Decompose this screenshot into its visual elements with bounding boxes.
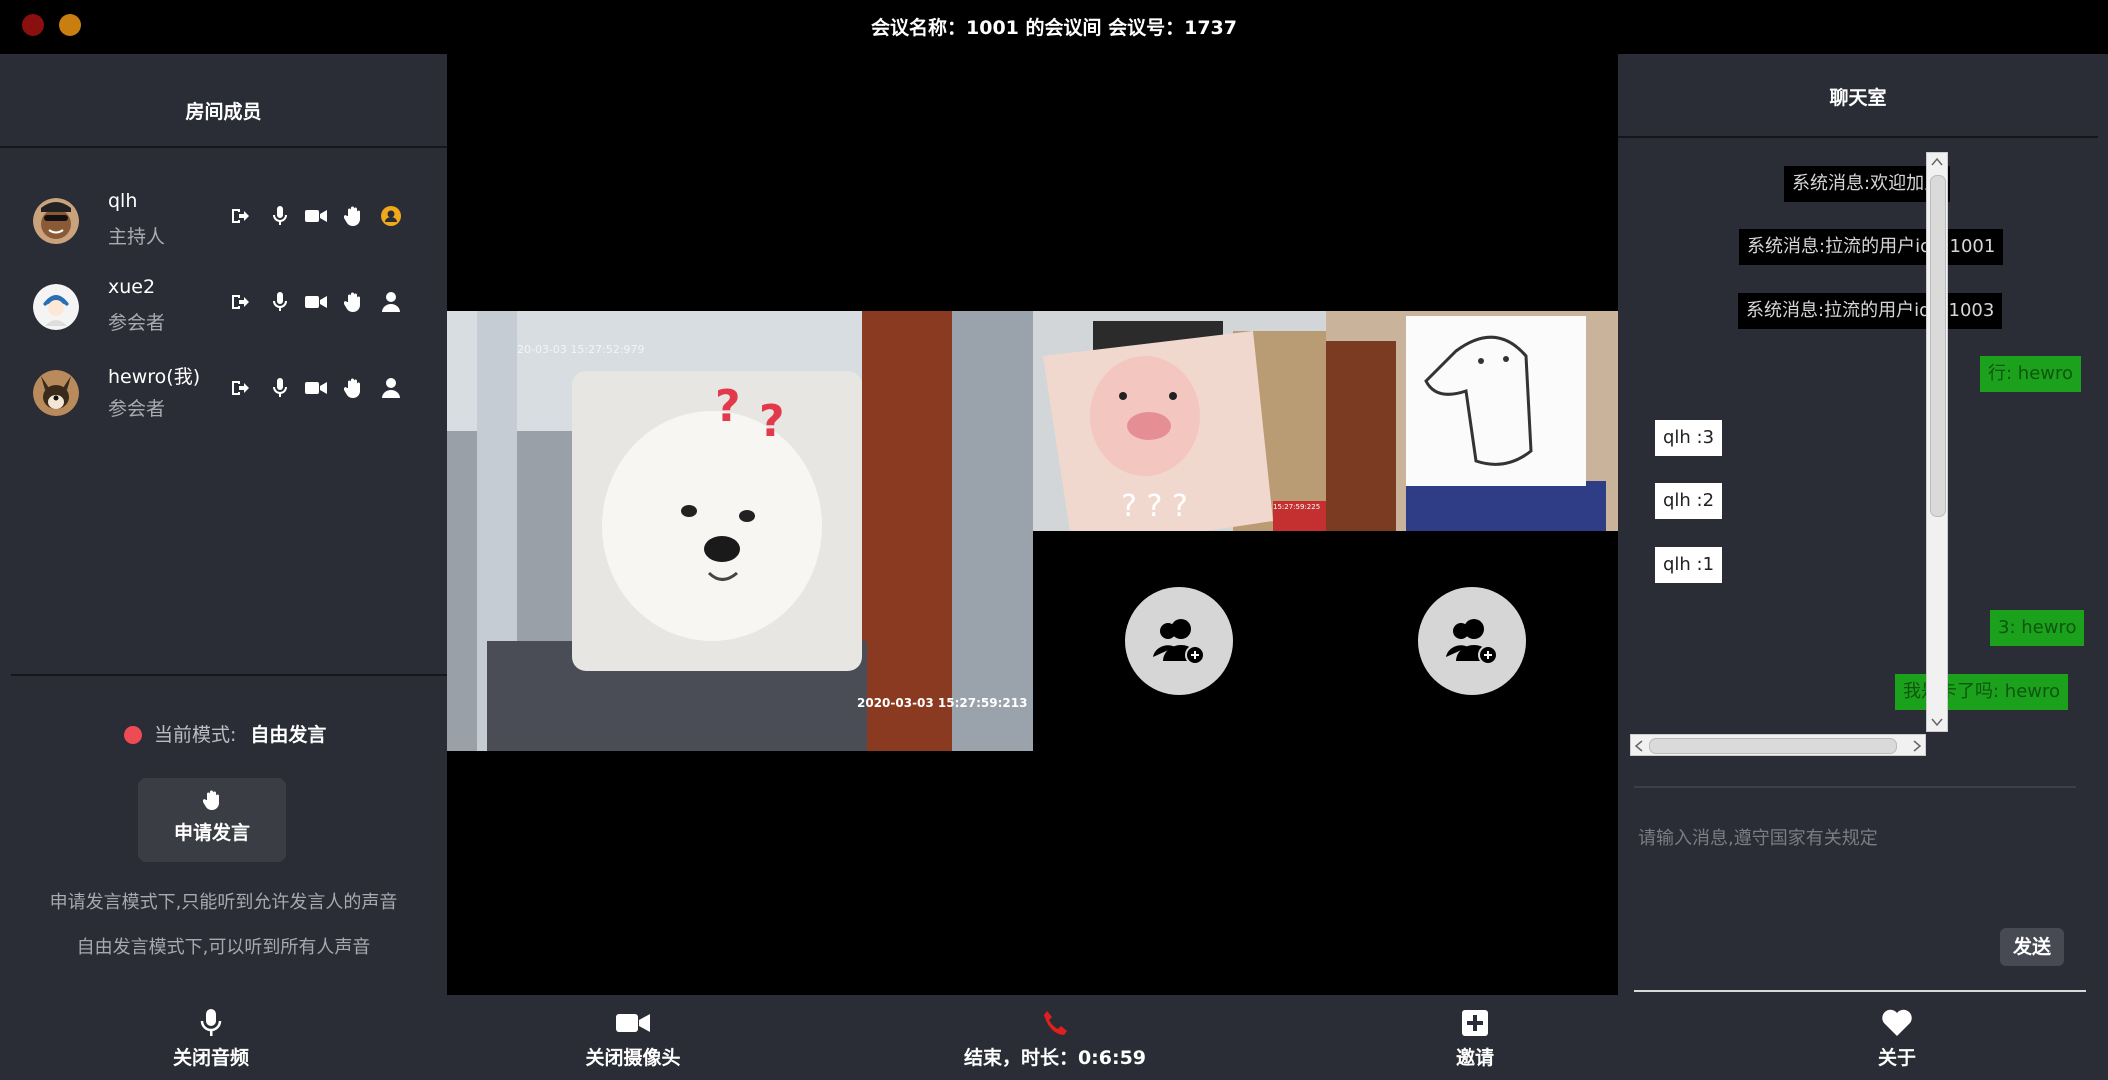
members-panel: 房间成员 qlh 主持人 xue2 参会者 hewro(我) 参会者 当前模式:… bbox=[0, 54, 447, 995]
avatar bbox=[33, 370, 79, 416]
mute-audio-label: 关闭音频 bbox=[172, 1047, 249, 1069]
members-panel-title: 房间成员 bbox=[0, 54, 447, 148]
member-row: xue2 参会者 bbox=[0, 274, 447, 344]
video-tile[interactable] bbox=[1326, 311, 1618, 531]
video-tile[interactable]: ? ? 20-03-03 15:27:52:979 2020-03-03 15:… bbox=[447, 311, 1033, 751]
end-call-button[interactable]: 结束，时长：0:6:59 bbox=[905, 995, 1205, 1080]
apply-to-speak-label: 申请发言 bbox=[173, 822, 250, 844]
member-name: xue2 bbox=[108, 276, 156, 298]
chat-divider bbox=[1634, 786, 2076, 788]
chat-message: 系统消息:拉流的用户id：1001 bbox=[1739, 229, 2004, 265]
chat-message: 我是卡了吗: hewro bbox=[1895, 674, 2069, 710]
video-grid: ? ? 20-03-03 15:27:52:979 2020-03-03 15:… bbox=[447, 54, 1618, 995]
scrollbar-thumb[interactable] bbox=[1930, 175, 1946, 517]
microphone-icon[interactable] bbox=[272, 206, 288, 226]
avatar bbox=[33, 198, 79, 244]
video-frame bbox=[1326, 311, 1618, 531]
kick-out-icon[interactable] bbox=[230, 378, 250, 398]
add-participant-button[interactable] bbox=[1418, 587, 1526, 695]
plus-square-icon bbox=[1462, 1010, 1488, 1036]
video-frame: ? ? bbox=[447, 311, 1033, 751]
phone-hangup-icon bbox=[1044, 1011, 1067, 1035]
member-role: 参会者 bbox=[108, 312, 166, 334]
close-camera-label: 关闭摄像头 bbox=[585, 1047, 681, 1069]
microphone-icon[interactable] bbox=[272, 378, 288, 398]
member-row: hewro(我) 参会者 bbox=[0, 360, 447, 430]
chevron-left-icon[interactable] bbox=[1634, 740, 1644, 752]
chevron-down-icon[interactable] bbox=[1931, 717, 1943, 727]
member-role: 主持人 bbox=[108, 226, 166, 248]
camera-icon[interactable] bbox=[305, 292, 327, 312]
chat-vertical-scrollbar[interactable] bbox=[1926, 152, 1948, 732]
add-user-icon bbox=[1153, 619, 1205, 665]
svg-text:?: ? bbox=[759, 396, 785, 447]
about-button[interactable]: 关于 bbox=[1747, 995, 2047, 1080]
call-duration: 结束，时长：0:6:59 bbox=[963, 1047, 1147, 1069]
heart-icon bbox=[1882, 1009, 1912, 1036]
apply-to-speak-button[interactable]: 申请发言 bbox=[138, 778, 286, 862]
microphone-icon bbox=[200, 1009, 222, 1036]
chevron-right-icon[interactable] bbox=[1912, 740, 1922, 752]
chat-horizontal-scrollbar[interactable] bbox=[1630, 734, 1926, 756]
kick-out-icon[interactable] bbox=[230, 206, 250, 226]
user-icon bbox=[382, 378, 400, 398]
member-role: 参会者 bbox=[108, 398, 166, 420]
member-row: qlh 主持人 bbox=[0, 188, 447, 258]
chat-message: qlh :1 bbox=[1655, 547, 1723, 583]
scrollbar-thumb[interactable] bbox=[1649, 738, 1897, 754]
chat-input[interactable] bbox=[1636, 822, 2070, 854]
chat-title: 聊天室 bbox=[1618, 54, 2098, 138]
video-timestamp: 15:27:59:225 bbox=[1273, 503, 1321, 511]
host-badge-icon bbox=[381, 206, 401, 226]
raise-hand-icon[interactable] bbox=[344, 378, 362, 398]
chat-messages[interactable]: 系统消息:欢迎加入 系统消息:拉流的用户id：1001 系统消息:拉流的用户id… bbox=[1630, 152, 2085, 732]
camera-icon[interactable] bbox=[305, 378, 327, 398]
chat-message: 行: hewro bbox=[1980, 356, 2082, 392]
panel-divider bbox=[11, 674, 447, 676]
camera-icon[interactable] bbox=[305, 206, 327, 226]
member-name: hewro(我) bbox=[108, 366, 201, 388]
send-button[interactable]: 发送 bbox=[2000, 928, 2064, 966]
avatar bbox=[33, 284, 79, 330]
mute-audio-button[interactable]: 关闭音频 bbox=[61, 995, 361, 1080]
kick-out-icon[interactable] bbox=[230, 292, 250, 312]
chat-message: qlh :3 bbox=[1655, 420, 1723, 456]
member-name: qlh bbox=[108, 190, 138, 212]
video-timestamp: 2020-03-03 15:27:59:213 bbox=[857, 696, 1028, 710]
svg-text:? ? ?: ? ? ? bbox=[1121, 489, 1188, 524]
user-icon bbox=[382, 292, 400, 312]
speaking-mode: 当前模式: 自由发言 bbox=[124, 720, 326, 747]
mode-label: 当前模式: bbox=[154, 724, 237, 746]
window-title: 会议名称：1001 的会议间 会议号：1737 bbox=[871, 17, 1237, 39]
add-participant-button[interactable] bbox=[1125, 587, 1233, 695]
bottom-toolbar: 关闭音频 关闭摄像头 结束，时长：0:6:59 邀请 关于 bbox=[0, 995, 2108, 1080]
raise-hand-icon[interactable] bbox=[344, 206, 362, 226]
video-timestamp: 20-03-03 15:27:52:979 bbox=[517, 343, 645, 356]
video-frame: ? ? ? bbox=[1033, 311, 1326, 531]
add-user-icon bbox=[1446, 619, 1498, 665]
mode-indicator-dot bbox=[124, 726, 142, 744]
hint-text: 申请发言模式下,只能听到允许发言人的声音 bbox=[49, 892, 398, 913]
invite-label: 邀请 bbox=[1455, 1047, 1494, 1069]
mode-value: 自由发言 bbox=[250, 724, 327, 746]
raise-hand-icon bbox=[202, 790, 219, 811]
about-label: 关于 bbox=[1877, 1047, 1916, 1069]
camera-icon bbox=[616, 1014, 650, 1032]
svg-text:?: ? bbox=[715, 381, 741, 432]
microphone-icon[interactable] bbox=[272, 292, 288, 312]
chat-input-underline bbox=[1634, 990, 2086, 992]
chevron-up-icon[interactable] bbox=[1931, 157, 1943, 167]
chat-message: 系统消息:拉流的用户id：1003 bbox=[1738, 293, 2003, 329]
hint-text: 自由发言模式下,可以听到所有人声音 bbox=[76, 937, 371, 958]
title-bar: 会议名称：1001 的会议间 会议号：1737 bbox=[0, 0, 2108, 54]
video-tile[interactable]: ? ? ? 15:27:59:225 bbox=[1033, 311, 1326, 531]
raise-hand-icon[interactable] bbox=[344, 292, 362, 312]
chat-message: qlh :2 bbox=[1655, 483, 1723, 519]
chat-message: 3: hewro bbox=[1990, 610, 2085, 646]
invite-button[interactable]: 邀请 bbox=[1325, 995, 1625, 1080]
close-camera-button[interactable]: 关闭摄像头 bbox=[483, 995, 783, 1080]
